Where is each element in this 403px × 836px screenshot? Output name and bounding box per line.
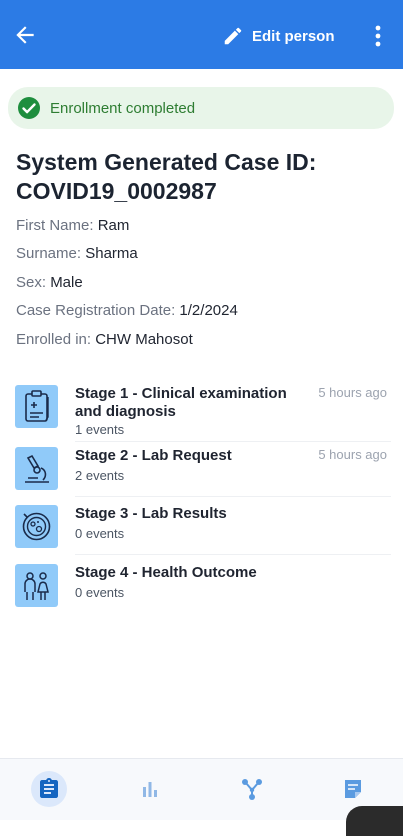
back-button[interactable] bbox=[12, 22, 38, 48]
attribute-label: Sex: bbox=[16, 274, 47, 291]
details-tab[interactable] bbox=[31, 771, 67, 807]
divider bbox=[75, 554, 391, 555]
edit-person-button[interactable]: Edit person bbox=[222, 22, 335, 50]
enrollment-status-banner: Enrollment completed bbox=[8, 87, 394, 129]
pencil-icon bbox=[224, 27, 242, 45]
clipboard-medical-icon bbox=[15, 385, 58, 428]
stage-event-count: 0 events bbox=[75, 526, 125, 541]
stage-name: Stage 1 - Clinical examination and diagn… bbox=[75, 385, 287, 420]
attribute-label: Case Registration Date: bbox=[16, 302, 176, 319]
attribute-first-name: First Name: Ram bbox=[16, 217, 129, 234]
edit-person-label: Edit person bbox=[252, 27, 335, 45]
arrow-left-icon bbox=[16, 26, 34, 44]
stage-item-health-outcome[interactable]: Stage 4 - Health Outcome 0 events bbox=[0, 564, 403, 620]
attribute-value: CHW Mahosot bbox=[95, 331, 193, 348]
bottom-navigation bbox=[0, 758, 403, 820]
stage-name: Stage 4 - Health Outcome bbox=[75, 564, 257, 581]
app-bar: Edit person bbox=[0, 0, 403, 69]
analytics-tab[interactable] bbox=[132, 771, 168, 807]
attribute-label: Surname: bbox=[16, 245, 82, 262]
enrollment-status-text: Enrollment completed bbox=[50, 99, 196, 117]
stage-event-count: 1 events bbox=[75, 422, 125, 437]
attribute-value: 1/2/2024 bbox=[179, 302, 238, 319]
case-id-title: System Generated Case ID: COVID19_000298… bbox=[16, 148, 391, 206]
more-options-button[interactable] bbox=[366, 22, 390, 50]
floating-overlay bbox=[346, 806, 403, 836]
attribute-value: Male bbox=[50, 274, 83, 291]
more-vert-icon bbox=[375, 25, 381, 47]
attribute-sex: Sex: Male bbox=[16, 274, 83, 291]
note-icon bbox=[345, 780, 361, 798]
stage-name: Stage 2 - Lab Request bbox=[75, 447, 232, 464]
attribute-label: First Name: bbox=[16, 217, 94, 234]
stage-timestamp: 5 hours ago bbox=[318, 385, 387, 400]
stage-timestamp: 5 hours ago bbox=[318, 447, 387, 462]
attribute-enrolled-in: Enrolled in: CHW Mahosot bbox=[16, 331, 193, 348]
notes-tab[interactable] bbox=[335, 771, 371, 807]
stage-event-count: 2 events bbox=[75, 468, 125, 483]
attribute-registration-date: Case Registration Date: 1/2/2024 bbox=[16, 302, 238, 319]
stage-name: Stage 3 - Lab Results bbox=[75, 505, 227, 522]
divider bbox=[75, 496, 391, 497]
stage-event-count: 0 events bbox=[75, 585, 125, 600]
relationships-tab[interactable] bbox=[234, 771, 270, 807]
family-icon bbox=[15, 564, 58, 607]
attribute-value: Sharma bbox=[85, 245, 138, 262]
relationships-icon bbox=[242, 779, 262, 800]
stage-item-lab-request[interactable]: Stage 2 - Lab Request 2 events 5 hours a… bbox=[0, 447, 403, 503]
stage-item-lab-results[interactable]: Stage 3 - Lab Results 0 events bbox=[0, 505, 403, 561]
check-circle-icon bbox=[18, 97, 40, 119]
microscope-icon bbox=[15, 447, 58, 490]
clipboard-icon bbox=[40, 778, 58, 798]
attribute-label: Enrolled in: bbox=[16, 331, 92, 348]
case-id-value: COVID19_0002987 bbox=[16, 178, 217, 204]
stage-item-clinical-examination[interactable]: Stage 1 - Clinical examination and diagn… bbox=[0, 385, 403, 445]
case-id-heading: System Generated Case ID: bbox=[16, 149, 317, 175]
bar-chart-icon bbox=[143, 782, 157, 797]
attribute-surname: Surname: Sharma bbox=[16, 245, 138, 262]
divider bbox=[75, 441, 391, 442]
petri-dish-icon bbox=[15, 505, 58, 548]
attribute-value: Ram bbox=[97, 217, 130, 234]
